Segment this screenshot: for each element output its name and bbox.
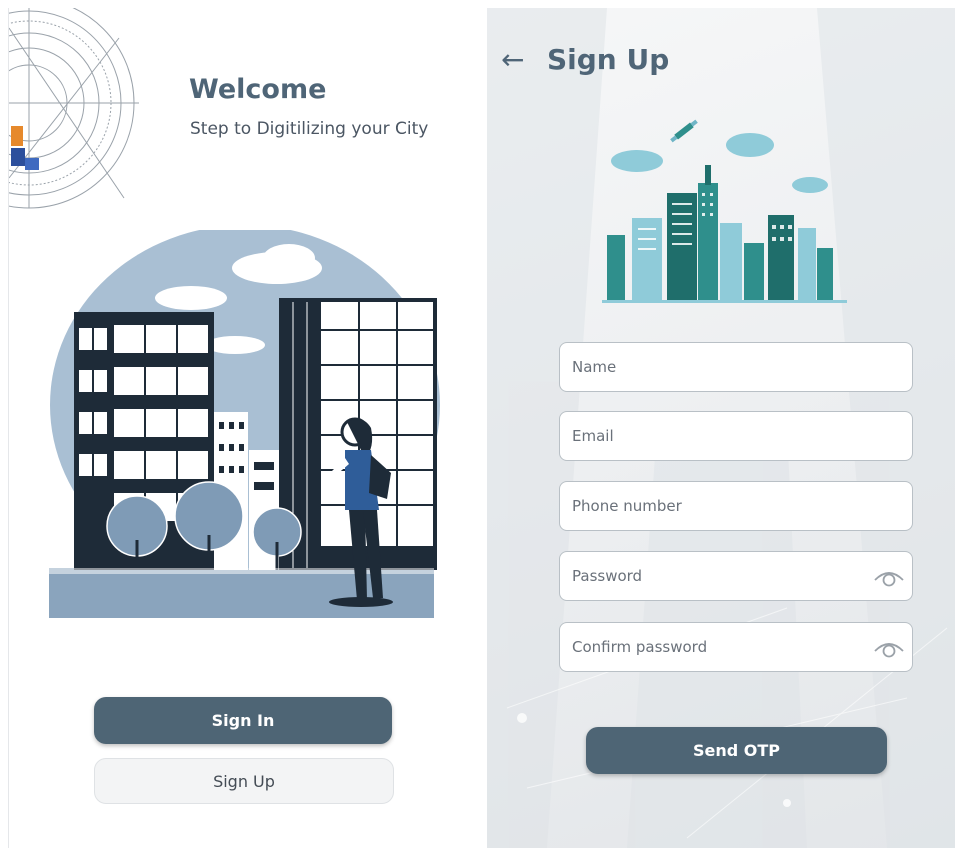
password-input[interactable] <box>560 552 912 600</box>
sign-up-title: Sign Up <box>547 43 670 76</box>
eye-icon[interactable] <box>872 564 906 590</box>
confirm-password-input[interactable] <box>560 623 912 671</box>
password-field <box>559 551 913 601</box>
phone-input[interactable] <box>560 482 912 530</box>
send-otp-button[interactable]: Send OTP <box>586 727 887 774</box>
city-walk-illustration <box>49 230 440 618</box>
name-field <box>559 342 913 392</box>
sign-in-button[interactable]: Sign In <box>94 697 392 744</box>
welcome-subtitle: Step to Digitilizing your City <box>190 119 429 139</box>
welcome-title: Welcome <box>189 74 327 105</box>
sign-up-screen: ← Sign Up Name Email Phone number Send O… <box>487 8 955 848</box>
compass-graphic <box>9 8 139 209</box>
confirm-password-field <box>559 622 913 672</box>
welcome-screen: Welcome Step to Digitilizing your City S… <box>8 8 486 848</box>
sign-up-button[interactable]: Sign Up <box>94 758 394 804</box>
city-skyline-illustration <box>602 119 847 303</box>
arrow-left-icon[interactable]: ← <box>501 46 524 74</box>
phone-field <box>559 481 913 531</box>
name-input[interactable] <box>560 343 912 391</box>
email-field <box>559 411 913 461</box>
eye-icon[interactable] <box>872 635 906 661</box>
email-input[interactable] <box>560 412 912 460</box>
